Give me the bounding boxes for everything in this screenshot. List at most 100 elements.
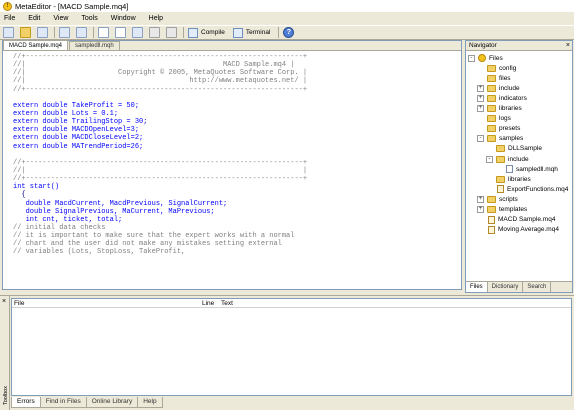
navigator-title-bar: Navigator × bbox=[466, 41, 572, 51]
menu-bar: File Edit View Tools Window Help bbox=[0, 12, 574, 25]
tree-item[interactable]: logs bbox=[487, 114, 511, 124]
results-list[interactable]: File Line Text bbox=[11, 298, 572, 396]
code-line[interactable]: extern double TakeProfit = 50; bbox=[13, 102, 461, 110]
terminal-button[interactable]: Terminal bbox=[232, 27, 270, 38]
tree-item[interactable]: files bbox=[487, 73, 511, 83]
code-editor[interactable]: MACD Sample.mq4 sampledll.mqh //+-------… bbox=[2, 40, 462, 290]
code-line[interactable] bbox=[13, 94, 461, 102]
tab-online-library[interactable]: Online Library bbox=[85, 397, 139, 408]
tree-item[interactable]: libraries bbox=[487, 104, 522, 114]
tree-item[interactable]: Files bbox=[478, 53, 503, 63]
open-folder-icon[interactable] bbox=[20, 27, 31, 38]
navigator-panel: Navigator × - Files config files + include + in… bbox=[465, 40, 573, 293]
expand-icon[interactable]: + bbox=[477, 94, 484, 102]
column-text[interactable]: Text bbox=[221, 300, 233, 307]
paste-icon[interactable] bbox=[132, 27, 143, 38]
cut-icon[interactable] bbox=[98, 27, 109, 38]
tree-item[interactable]: sampledll.mqh bbox=[505, 164, 558, 174]
help-icon[interactable]: ? bbox=[283, 27, 295, 38]
toolbar-separator bbox=[183, 27, 184, 38]
expand-icon[interactable]: + bbox=[477, 206, 484, 213]
toolbar-separator bbox=[278, 27, 280, 38]
tree-item-label: files bbox=[499, 74, 511, 82]
code-line[interactable]: //+-------------------------------------… bbox=[13, 53, 461, 61]
new-file-icon[interactable] bbox=[3, 27, 14, 38]
code-line[interactable]: // it is important to make sure that the… bbox=[13, 232, 461, 240]
redo-icon[interactable] bbox=[166, 27, 177, 38]
code-line[interactable]: //+-------------------------------------… bbox=[13, 159, 461, 167]
tab-macd-sample[interactable]: MACD Sample.mq4 bbox=[3, 40, 69, 50]
navigator-toggle-icon[interactable] bbox=[59, 27, 70, 38]
code-line[interactable]: double SignalPrevious, MaCurrent, MaPrev… bbox=[13, 208, 461, 216]
code-line[interactable]: // variables (Lots, StopLoss, TakeProfit… bbox=[13, 248, 461, 256]
expand-icon[interactable]: + bbox=[477, 195, 484, 203]
compile-button[interactable]: Compile bbox=[188, 27, 225, 38]
tab-dictionary[interactable]: Dictionary bbox=[488, 282, 524, 292]
tab-search[interactable]: Search bbox=[523, 282, 552, 292]
code-line[interactable]: //| | bbox=[13, 167, 461, 175]
tree-item[interactable]: samples bbox=[487, 134, 523, 144]
tree-item[interactable]: indicators bbox=[487, 93, 527, 103]
column-line[interactable]: Line bbox=[202, 300, 214, 307]
copy-icon[interactable] bbox=[115, 27, 126, 38]
code-line[interactable]: int start() bbox=[13, 183, 461, 191]
code-line[interactable]: //+-------------------------------------… bbox=[13, 175, 461, 183]
tree-item[interactable]: config bbox=[487, 63, 516, 73]
code-line[interactable]: { bbox=[13, 191, 461, 199]
menu-edit[interactable]: Edit bbox=[28, 15, 40, 22]
collapse-icon[interactable]: - bbox=[486, 155, 493, 163]
tree-item[interactable]: Moving Average.mq4 bbox=[487, 225, 559, 235]
collapse-icon[interactable]: - bbox=[468, 54, 475, 62]
folder-icon bbox=[496, 175, 505, 183]
tree-item[interactable]: templates bbox=[487, 205, 527, 215]
menu-help[interactable]: Help bbox=[149, 15, 163, 22]
tree-item[interactable]: DLLSample bbox=[496, 144, 542, 154]
close-icon[interactable]: × bbox=[566, 41, 570, 51]
compile-icon bbox=[188, 27, 198, 38]
tab-sampledll[interactable]: sampledll.mqh bbox=[69, 41, 120, 50]
close-icon[interactable]: × bbox=[2, 298, 6, 305]
title-bar: ! MetaEditor - [MACD Sample.mq4] bbox=[0, 0, 574, 12]
code-line[interactable]: //| http://www.metaquotes.net/ | bbox=[13, 77, 461, 85]
folder-icon bbox=[496, 155, 505, 163]
menu-window[interactable]: Window bbox=[111, 15, 136, 22]
tab-files[interactable]: Files bbox=[466, 282, 488, 292]
column-file[interactable]: File bbox=[14, 300, 24, 307]
code-line[interactable] bbox=[13, 151, 461, 159]
menu-view[interactable]: View bbox=[53, 15, 68, 22]
save-icon[interactable] bbox=[37, 27, 48, 38]
tree-item-label: scripts bbox=[499, 195, 518, 203]
code-text-area[interactable]: //+-------------------------------------… bbox=[13, 53, 461, 289]
code-line[interactable]: extern double MACDOpenLevel=3; bbox=[13, 126, 461, 134]
code-line[interactable]: // initial data checks bbox=[13, 224, 461, 232]
tab-help[interactable]: Help bbox=[137, 397, 163, 408]
code-line[interactable]: // chart and the user did not make any m… bbox=[13, 240, 461, 248]
toolbox-toggle-icon[interactable] bbox=[76, 27, 87, 38]
folder-icon bbox=[487, 84, 496, 92]
collapse-icon[interactable]: - bbox=[477, 135, 484, 143]
code-line[interactable]: extern double MACDCloseLevel=2; bbox=[13, 134, 461, 142]
tree-item[interactable]: ExportFunctions.mq4 bbox=[496, 184, 568, 194]
tree-item[interactable]: scripts bbox=[487, 194, 518, 204]
menu-file[interactable]: File bbox=[4, 15, 15, 22]
code-line[interactable]: int cnt, ticket, total; bbox=[13, 216, 461, 224]
tree-item[interactable]: include bbox=[487, 83, 520, 93]
code-line[interactable]: extern double MATrendPeriod=26; bbox=[13, 143, 461, 151]
menu-tools[interactable]: Tools bbox=[81, 15, 97, 22]
code-line[interactable]: extern double TrailingStop = 30; bbox=[13, 118, 461, 126]
tab-errors[interactable]: Errors bbox=[11, 397, 41, 408]
tree-item[interactable]: presets bbox=[487, 124, 520, 134]
tree-item[interactable]: libraries bbox=[496, 174, 531, 184]
code-line[interactable]: extern double Lots = 0.1; bbox=[13, 110, 461, 118]
expand-icon[interactable]: + bbox=[477, 105, 484, 112]
code-line[interactable]: double MacdCurrent, MacdPrevious, Signal… bbox=[13, 200, 461, 208]
tree-item-label: config bbox=[499, 64, 517, 72]
tab-find-in-files[interactable]: Find in Files bbox=[39, 397, 87, 408]
expand-icon[interactable]: + bbox=[477, 84, 484, 92]
tree-item[interactable]: include bbox=[496, 154, 529, 164]
code-line[interactable]: //+-------------------------------------… bbox=[13, 86, 461, 94]
undo-icon[interactable] bbox=[149, 27, 160, 38]
tree-item[interactable]: MACD Sample.mq4 bbox=[487, 215, 555, 225]
tree-item-label: presets bbox=[499, 125, 521, 133]
code-line[interactable]: //| Copyright © 2005, MetaQuotes Softwar… bbox=[13, 69, 461, 77]
